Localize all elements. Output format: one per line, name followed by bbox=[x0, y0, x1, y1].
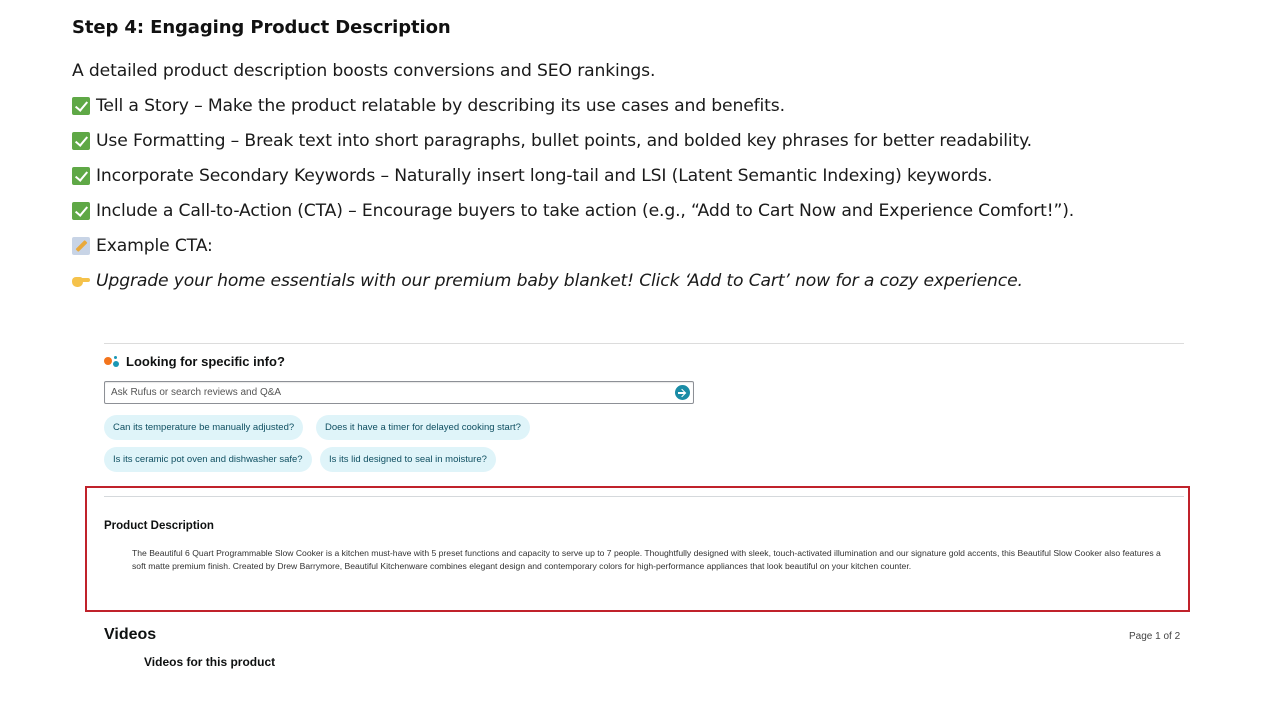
rufus-title: Looking for specific info? bbox=[126, 354, 285, 369]
rufus-header: Looking for specific info? bbox=[104, 354, 285, 369]
product-description-text: The Beautiful 6 Quart Programmable Slow … bbox=[132, 548, 1161, 571]
product-description-title: Product Description bbox=[104, 520, 214, 532]
rufus-search-box bbox=[104, 381, 694, 404]
divider bbox=[104, 343, 1184, 344]
suggestion-chip[interactable]: Can its temperature be manually adjusted… bbox=[104, 415, 304, 440]
search-submit-arrow-icon[interactable] bbox=[675, 385, 690, 400]
suggestion-chip[interactable]: Is its ceramic pot oven and dishwasher s… bbox=[104, 447, 312, 472]
product-page-screenshot: Looking for specific info? Can its tempe… bbox=[0, 0, 1280, 720]
videos-title: Videos bbox=[104, 626, 157, 643]
videos-subtitle: Videos for this product bbox=[144, 655, 276, 669]
divider bbox=[104, 496, 1184, 497]
page-indicator: Page 1 of 2 bbox=[1129, 631, 1181, 642]
suggestion-chip[interactable]: Does it have a timer for delayed cooking… bbox=[316, 415, 530, 440]
rufus-logo-icon bbox=[104, 355, 121, 369]
suggestion-chip[interactable]: Is its lid designed to seal in moisture? bbox=[320, 447, 496, 472]
rufus-search-input[interactable] bbox=[111, 384, 671, 401]
